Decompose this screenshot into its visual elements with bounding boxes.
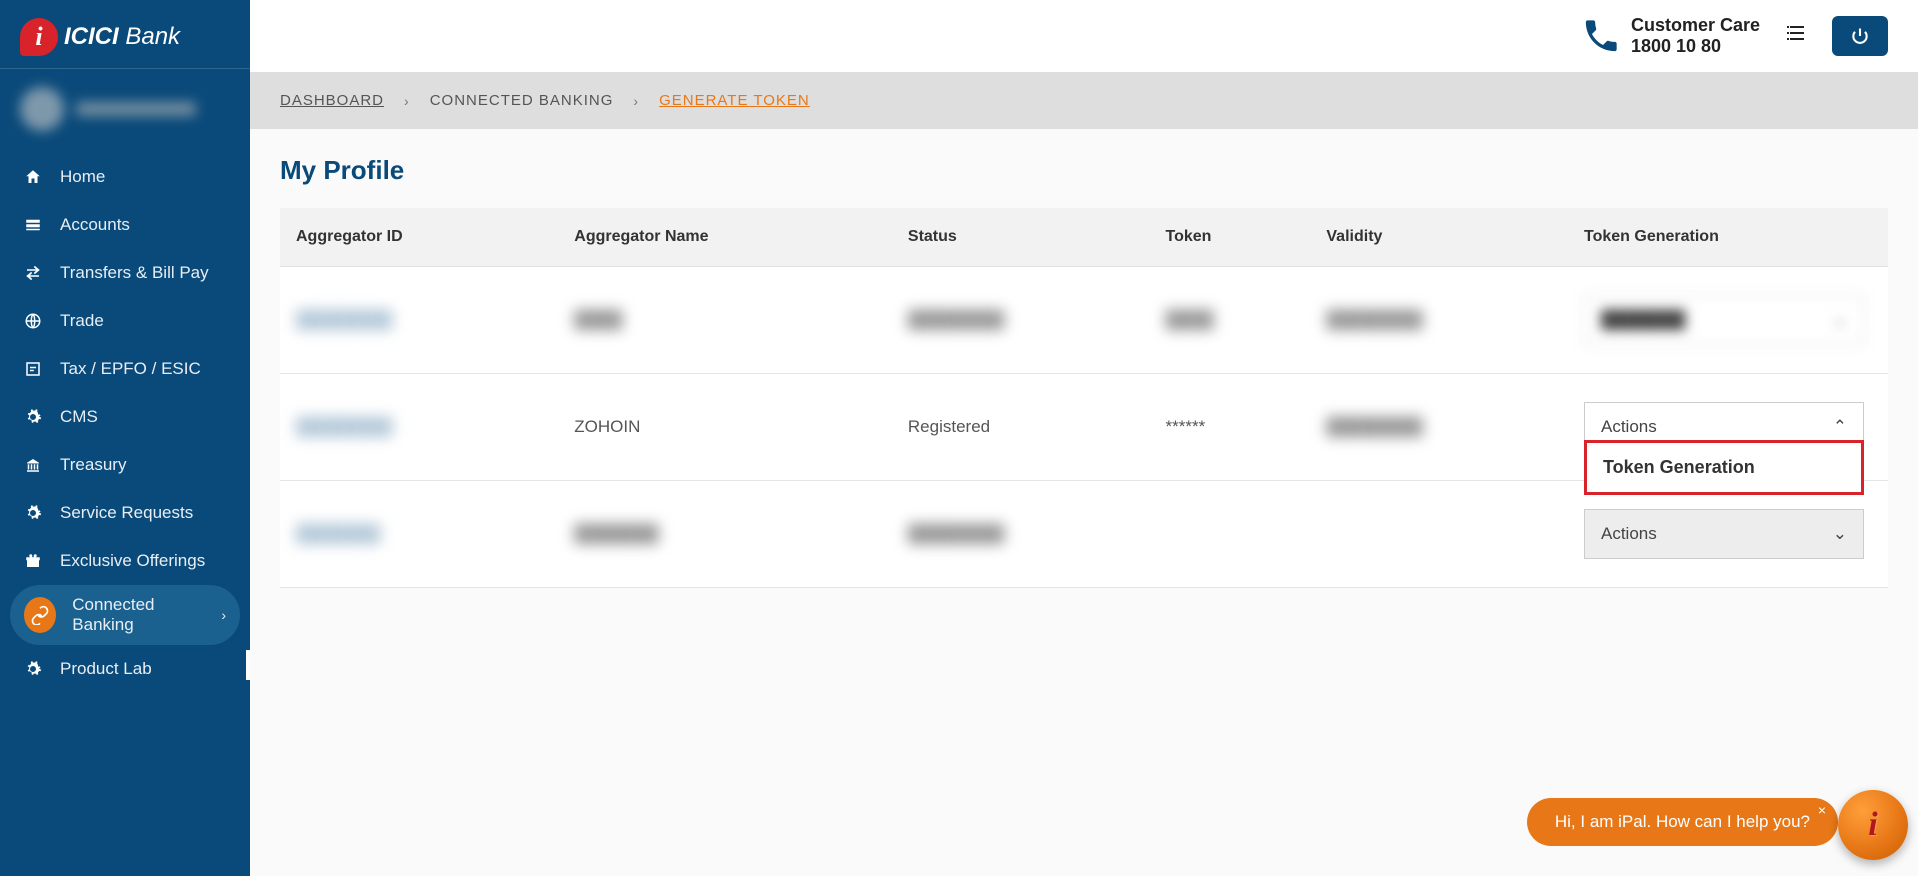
sidebar: ICICI Bank Home Accounts Transfers & Bil…	[0, 0, 250, 876]
sidebar-item-label: Trade	[60, 311, 104, 331]
cell-aggregator-name: ZOHOIN	[574, 417, 640, 436]
cell-status: Registered	[908, 417, 990, 436]
table-row: ███████ ███████ ████████ Actions ⌄	[280, 481, 1888, 588]
token-generation-option[interactable]: Token Generation	[1584, 440, 1864, 495]
sidebar-item-label: Tax / EPFO / ESIC	[60, 359, 201, 379]
chevron-right-icon: ›	[221, 607, 226, 623]
sidebar-item-label: Exclusive Offerings	[60, 551, 205, 571]
ipal-icon: i	[1868, 806, 1877, 844]
sidebar-item-label: Connected Banking	[72, 595, 205, 635]
ipal-chat-bar[interactable]: Hi, I am iPal. How can I help you? ×	[1527, 798, 1838, 846]
trade-icon	[22, 312, 44, 330]
aggregator-table: Aggregator ID Aggregator Name Status Tok…	[280, 208, 1888, 588]
main: Customer Care 1800 10 80 DASHBOARD › CON…	[250, 0, 1918, 876]
sidebar-item-label: CMS	[60, 407, 98, 427]
avatar	[20, 87, 64, 131]
cell-status: ████████	[908, 310, 1004, 329]
logout-button[interactable]	[1832, 16, 1888, 56]
gear-icon	[22, 504, 44, 522]
cell-aggregator-name: ███████	[574, 524, 658, 543]
power-icon	[1850, 26, 1870, 46]
sidebar-item-trade[interactable]: Trade	[0, 297, 250, 345]
link-icon	[24, 597, 56, 633]
sidebar-item-label: Home	[60, 167, 105, 187]
transfers-icon	[22, 264, 44, 282]
tax-icon	[22, 360, 44, 378]
cms-icon	[22, 408, 44, 426]
sidebar-item-label: Service Requests	[60, 503, 193, 523]
breadcrumb-connected: CONNECTED BANKING	[430, 92, 614, 109]
gift-icon	[22, 552, 44, 570]
cell-aggregator-id: ████████	[296, 310, 392, 329]
sidebar-item-accounts[interactable]: Accounts	[0, 201, 250, 249]
logo: ICICI Bank	[0, 0, 250, 69]
topbar: Customer Care 1800 10 80	[250, 0, 1918, 72]
sidebar-item-product-lab[interactable]: Product Lab	[0, 645, 250, 693]
cell-token: ████	[1165, 310, 1213, 329]
chevron-down-icon: ⌄	[1833, 524, 1847, 544]
col-validity: Validity	[1310, 208, 1568, 267]
table-row: ████████ ZOHOIN Registered ****** ██████…	[280, 374, 1888, 481]
sidebar-item-tax[interactable]: Tax / EPFO / ESIC	[0, 345, 250, 393]
actions-label: Actions	[1601, 417, 1657, 437]
breadcrumb-generate-token[interactable]: GENERATE TOKEN	[659, 92, 810, 109]
sidebar-item-home[interactable]: Home	[0, 153, 250, 201]
home-icon	[22, 168, 44, 186]
user-profile[interactable]	[0, 69, 250, 153]
ipal-launcher[interactable]: i	[1838, 790, 1908, 860]
cell-token: ******	[1165, 417, 1205, 436]
sidebar-item-exclusive[interactable]: Exclusive Offerings	[0, 537, 250, 585]
sidebar-item-label: Treasury	[60, 455, 126, 475]
chevron-right-icon: ›	[633, 93, 639, 109]
care-number: 1800 10 80	[1631, 36, 1760, 57]
cell-status: ████████	[908, 524, 1004, 543]
table-row: ████████ ████ ████████ ████ ████████ ███…	[280, 267, 1888, 374]
menu-icon[interactable]	[1784, 21, 1808, 51]
col-aggregator-name: Aggregator Name	[558, 208, 892, 267]
cell-aggregator-id: ████████	[296, 417, 392, 436]
logo-text: ICICI Bank	[64, 23, 180, 51]
accounts-icon	[22, 216, 44, 234]
col-token-generation: Token Generation	[1568, 208, 1888, 267]
sidebar-item-label: Product Lab	[60, 659, 152, 679]
sidebar-item-treasury[interactable]: Treasury	[0, 441, 250, 489]
cell-aggregator-id: ███████	[296, 524, 380, 543]
col-token: Token	[1149, 208, 1310, 267]
sidebar-item-transfers[interactable]: Transfers & Bill Pay	[0, 249, 250, 297]
close-icon[interactable]: ×	[1818, 802, 1826, 818]
col-aggregator-id: Aggregator ID	[280, 208, 558, 267]
ipal-text: Hi, I am iPal. How can I help you?	[1555, 812, 1810, 832]
breadcrumb-dashboard[interactable]: DASHBOARD	[280, 92, 384, 109]
customer-care[interactable]: Customer Care 1800 10 80	[1581, 15, 1760, 57]
gear-icon	[22, 660, 44, 678]
chevron-right-icon: ›	[404, 93, 410, 109]
cell-validity: ████████	[1326, 417, 1422, 436]
phone-icon	[1581, 16, 1621, 56]
cell-aggregator-name: ████	[574, 310, 622, 329]
sidebar-nav: Home Accounts Transfers & Bill Pay Trade…	[0, 153, 250, 693]
sidebar-item-label: Transfers & Bill Pay	[60, 263, 209, 283]
care-label: Customer Care	[1631, 15, 1760, 36]
sidebar-item-cms[interactable]: CMS	[0, 393, 250, 441]
breadcrumb: DASHBOARD › CONNECTED BANKING › GENERATE…	[250, 72, 1918, 129]
col-status: Status	[892, 208, 1150, 267]
sidebar-item-service-requests[interactable]: Service Requests	[0, 489, 250, 537]
cell-validity: ████████	[1326, 310, 1422, 329]
actions-dropdown[interactable]: Actions ⌄	[1584, 509, 1864, 559]
sidebar-item-label: Accounts	[60, 215, 130, 235]
content: My Profile Aggregator ID Aggregator Name…	[250, 129, 1918, 608]
chevron-up-icon: ⌃	[1833, 417, 1847, 437]
treasury-icon	[22, 456, 44, 474]
page-title: My Profile	[280, 149, 1888, 208]
sidebar-item-connected-banking[interactable]: Connected Banking ›	[10, 585, 240, 645]
actions-label: Actions	[1601, 524, 1657, 544]
actions-dropdown[interactable]: ███████⌄	[1584, 295, 1864, 345]
logo-badge-icon	[20, 18, 58, 56]
